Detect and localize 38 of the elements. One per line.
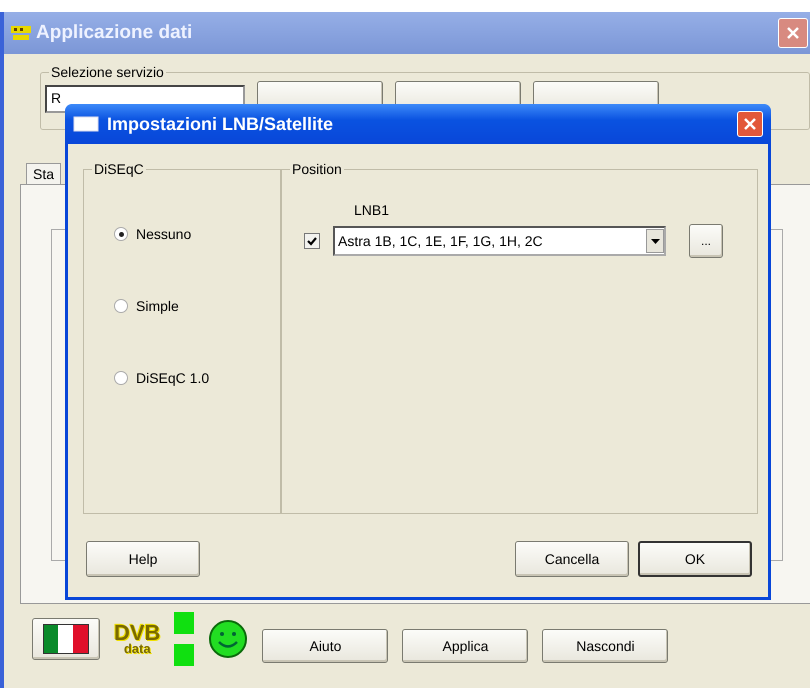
app-icon	[10, 24, 32, 42]
button[interactable]: Aiuto	[262, 629, 388, 663]
radio-option[interactable]: DiSEqC 1.0	[114, 370, 280, 386]
radio-option[interactable]: Simple	[114, 298, 280, 314]
browse-button[interactable]: ...	[689, 224, 723, 258]
close-button[interactable]	[737, 111, 763, 137]
checkbox[interactable]	[304, 233, 320, 249]
dropdown-icon	[650, 238, 660, 244]
button[interactable]: Help	[86, 541, 200, 577]
radio-button[interactable]	[114, 299, 128, 313]
button[interactable]: OK	[638, 541, 752, 577]
close-icon	[743, 117, 757, 131]
window-title: Applicazione dati	[36, 22, 192, 44]
language-button[interactable]	[32, 618, 100, 660]
radio-label: Simple	[136, 298, 179, 314]
radio-button[interactable]	[114, 227, 128, 241]
button[interactable]: Cancella	[515, 541, 629, 577]
group-label: DiSEqC	[92, 161, 146, 177]
group-label: Position	[290, 161, 344, 177]
radio-button[interactable]	[114, 371, 128, 385]
radio-label: DiSEqC 1.0	[136, 370, 210, 386]
tab[interactable]: Sta	[26, 163, 62, 184]
smiley-icon	[208, 619, 248, 659]
logo: DVB data	[114, 623, 160, 655]
button[interactable]: Nascondi	[542, 629, 668, 663]
flag-icon	[43, 624, 89, 654]
dialog-title: Impostazioni LNB/Satellite	[107, 114, 334, 134]
group-label: Selezione servizio	[49, 64, 166, 80]
radio-option[interactable]: Nessuno	[114, 226, 280, 242]
close-button[interactable]	[778, 18, 808, 48]
satellite-dropdown[interactable]: Astra 1B, 1C, 1E, 1F, 1G, 1H, 2C	[333, 226, 666, 256]
window-icon	[73, 116, 99, 132]
close-icon	[785, 25, 801, 41]
button[interactable]: Applica	[402, 629, 528, 663]
status-light	[174, 612, 194, 634]
field-label: LNB1	[354, 202, 390, 218]
radio-label: Nessuno	[136, 226, 192, 242]
status-light	[174, 644, 194, 666]
